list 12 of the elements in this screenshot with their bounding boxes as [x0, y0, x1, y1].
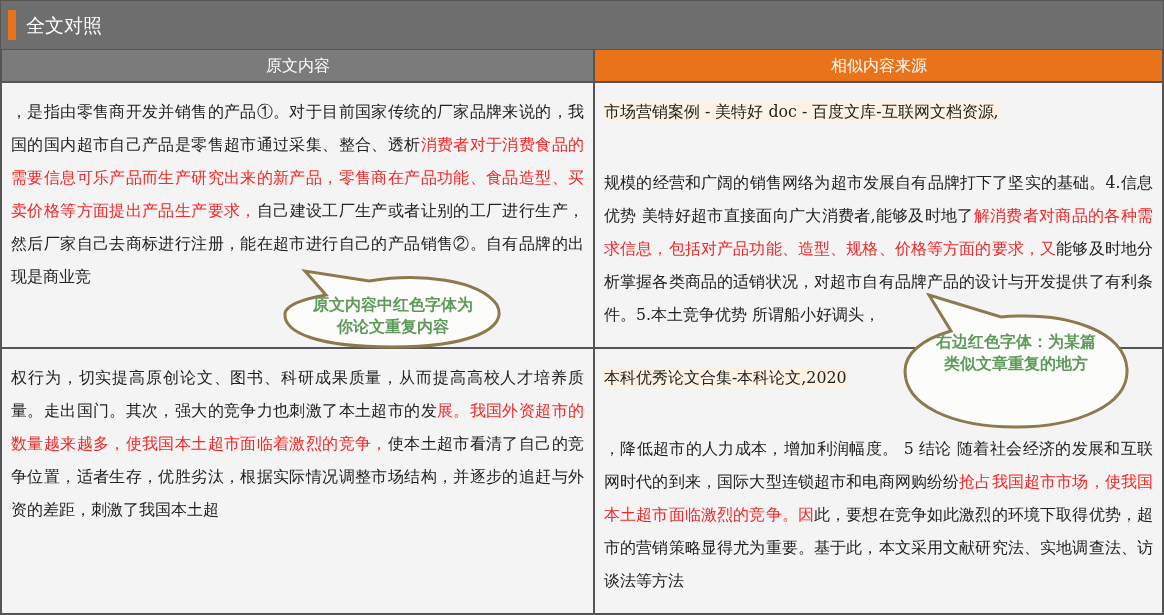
window-title: 全文对照 — [26, 12, 102, 38]
column-header: 原文内容 — [1, 49, 594, 82]
column-header: 相似内容来源 — [594, 49, 1163, 82]
paragraph-text: 权行为，切实提高原创论文、图书、科研成果质量，从而提高高校人才培养质量。走出国门。其次，强大的竞争力也刺激了本土超市的发展。我国外资超市的数量越来越多，使我国本土超市面临着激烈的竞争，使本土超市看清了自己的竞争位置，适者生存，优胜劣汰，根据实际情况调整市场结构，并逐步的追赶与外资的差距，刺激了我国本土超 — [11, 367, 584, 521]
accent-bar — [8, 10, 16, 40]
paragraph-text: ，是指由零售商开发并销售的产品①。对于目前国家传统的厂家品牌来说的，我国的国内超市自己产品是零售超市通过采集、整合、透析消费者对于消费食品的需要信息可乐产品而生产研究出来的新产品，零售商在产品功能、食品造型、买卖价格等方面提出产品生产要求，自己建设工厂生产或者让别的工厂进行生产，然后厂家自己去商标进行注册，能在超市进行自己的产品销售②。自有品牌的出现是商业竞 — [11, 101, 584, 288]
callout-text: 原文内容中红色字体为你论文重复内容 — [313, 294, 473, 338]
source-title: 市场营销案例 - 美特好 doc - 百度文库-互联网文档资源, — [604, 102, 999, 121]
callout-text: 右边红色字体：为某篇类似文章重复的地方 — [935, 331, 1097, 375]
source-title: 本科优秀论文合集-本科论文,2020 — [604, 368, 847, 387]
paragraph-text: ，降低超市的人力成本，增加利润幅度。 5 结论 随着社会经济的发展和互联网时代的到来，国际大型连锁超市和电商网购纷纷抢占我国超市市场，使我国本土超市面临激烈的竞争。因此，要想在竞争如此激烈的环境下取得优势，超市的营销策略显得尤为重要。基于此，本文采用文献研究法、实地调查法、访谈法等方法 — [604, 438, 1153, 592]
paragraph-text: 规模的经营和广阔的销售网络为超市发展自有品牌打下了坚实的基础。4.信息优势 美特好超市直接面向广大消费者,能够及时地了解消费者对商品的各种需求信息，包括对产品功能、造型、规格、价格等方面的要求，又能够及时地分析掌握各类商品的适销状况，对超市自有品牌产品的设计与开发提供了有利条件。5.本土竞争优势 所谓船小好调头， — [604, 172, 1153, 326]
